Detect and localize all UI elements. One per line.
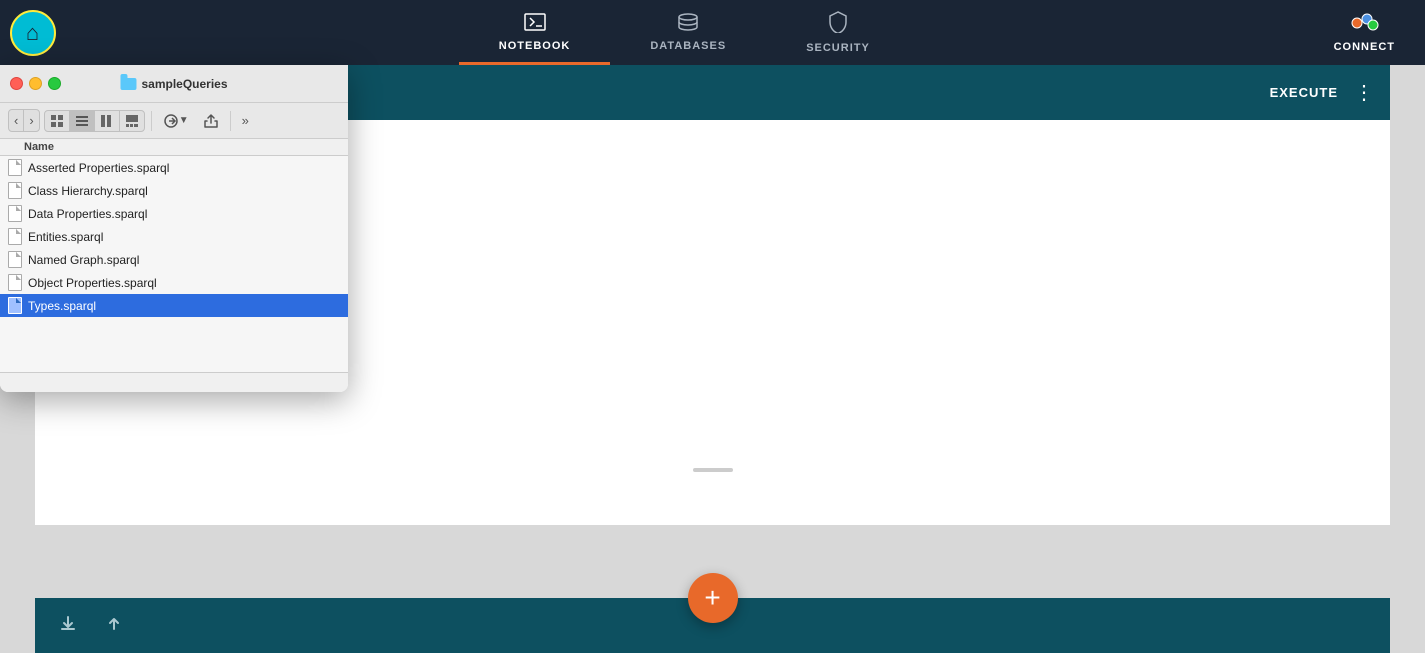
list-item[interactable]: Named Graph.sparql <box>0 248 348 271</box>
list-item[interactable]: Asserted Properties.sparql <box>0 156 348 179</box>
file-icon <box>8 205 22 222</box>
tab-security[interactable]: SECURITY <box>766 0 910 65</box>
file-name: Asserted Properties.sparql <box>28 161 169 175</box>
toolbar-separator-2 <box>230 111 231 131</box>
security-icon <box>828 11 848 38</box>
more-finder-button[interactable]: » <box>237 110 254 131</box>
file-icon <box>8 182 22 199</box>
nav-buttons: ‹ › <box>8 109 40 132</box>
file-icon <box>8 159 22 176</box>
finder-title: sampleQueries <box>120 77 227 91</box>
execute-button[interactable]: EXECUTE <box>1270 85 1338 100</box>
main-content: EXECUTE ⋮ <box>0 65 1425 653</box>
minimize-button[interactable] <box>29 77 42 90</box>
finder-window: sampleQueries ‹ › <box>0 65 348 392</box>
tab-databases-label: DATABASES <box>650 40 726 52</box>
toolbar-separator <box>151 111 152 131</box>
list-item[interactable]: Object Properties.sparql <box>0 271 348 294</box>
finder-title-text: sampleQueries <box>141 77 227 91</box>
logo-circle: ⌂ <box>10 10 56 56</box>
top-nav: ⌂ NOTEBOOK DATABASES <box>0 0 1425 65</box>
back-button[interactable]: ‹ <box>9 110 24 131</box>
action-button[interactable]: ▼ <box>158 110 194 132</box>
tab-databases[interactable]: DATABASES <box>610 0 766 65</box>
finder-footer <box>0 372 348 392</box>
download-button[interactable] <box>55 610 81 641</box>
column-view-button[interactable] <box>95 111 120 131</box>
file-name: Data Properties.sparql <box>28 207 147 221</box>
divider-handle[interactable] <box>693 468 733 472</box>
list-item[interactable]: Data Properties.sparql <box>0 202 348 225</box>
file-list: Asserted Properties.sparql Class Hierarc… <box>0 156 348 317</box>
view-buttons <box>44 110 145 132</box>
close-button[interactable] <box>10 77 23 90</box>
col-header-name: Name <box>0 139 348 156</box>
file-name: Named Graph.sparql <box>28 253 139 267</box>
forward-button[interactable]: › <box>24 110 38 131</box>
tab-notebook-label: NOTEBOOK <box>499 40 571 52</box>
finder-toolbar: ‹ › <box>0 103 348 139</box>
list-item[interactable]: Class Hierarchy.sparql <box>0 179 348 202</box>
connect-label: CONNECT <box>1334 41 1395 53</box>
databases-icon <box>677 13 699 36</box>
file-name: Object Properties.sparql <box>28 276 157 290</box>
traffic-lights <box>10 77 61 90</box>
file-icon <box>8 251 22 268</box>
share-button[interactable] <box>198 110 224 132</box>
finder-empty-space <box>0 317 348 372</box>
folder-icon <box>120 78 136 90</box>
file-icon-selected <box>8 297 22 314</box>
list-item-selected[interactable]: Types.sparql <box>0 294 348 317</box>
add-fab-button[interactable]: + <box>688 573 738 623</box>
file-icon <box>8 228 22 245</box>
icon-view-button[interactable] <box>45 111 70 131</box>
house-icon: ⌂ <box>26 20 39 46</box>
tab-notebook[interactable]: NOTEBOOK <box>459 0 611 65</box>
list-view-button[interactable] <box>70 111 95 131</box>
tab-security-label: SECURITY <box>806 42 870 54</box>
more-options-button[interactable]: ⋮ <box>1354 83 1374 103</box>
app-logo[interactable]: ⌂ <box>0 0 65 65</box>
up-button[interactable] <box>101 610 127 641</box>
nav-connect[interactable]: CONNECT <box>1304 12 1425 53</box>
nav-tabs: NOTEBOOK DATABASES SECURITY <box>65 0 1304 65</box>
file-name: Entities.sparql <box>28 230 103 244</box>
gallery-view-button[interactable] <box>120 111 144 131</box>
notebook-icon <box>524 13 546 36</box>
connect-icon <box>1349 12 1379 37</box>
finder-titlebar: sampleQueries <box>0 65 348 103</box>
file-name-selected: Types.sparql <box>28 299 96 313</box>
list-item[interactable]: Entities.sparql <box>0 225 348 248</box>
maximize-button[interactable] <box>48 77 61 90</box>
file-name: Class Hierarchy.sparql <box>28 184 148 198</box>
file-icon <box>8 274 22 291</box>
